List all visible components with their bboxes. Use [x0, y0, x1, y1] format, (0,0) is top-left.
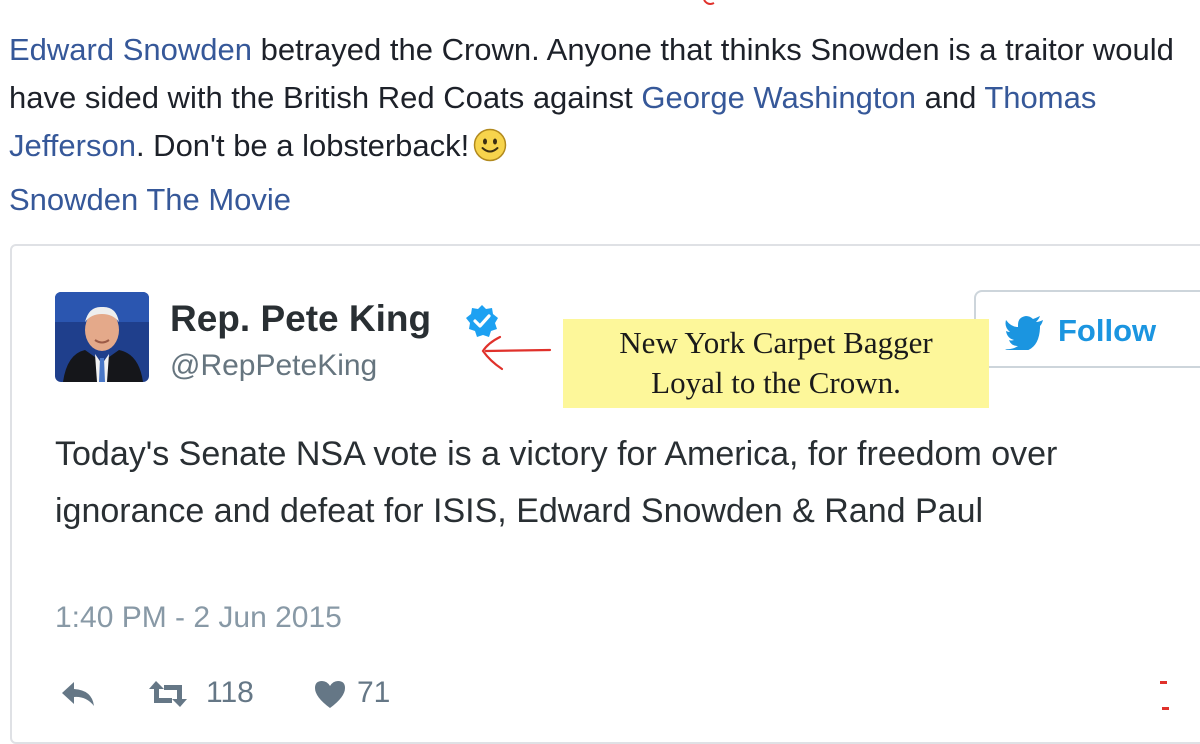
slightly-smiling-face-icon [473, 128, 507, 176]
heart-icon [315, 681, 345, 708]
link-snowden-the-movie[interactable]: Snowden The Movie [9, 182, 291, 217]
verified-badge-icon [466, 305, 498, 337]
post-text-part-3: . Don't be a lobsterback! [135, 128, 470, 163]
link-george-washington[interactable]: George Washington [641, 80, 916, 115]
post-text: Edward Snowden betrayed the Crown. Anyon… [9, 26, 1194, 224]
tweet-display-name[interactable]: Rep. Pete King [170, 298, 431, 340]
like-count: 71 [357, 676, 391, 709]
retweet-icon [149, 681, 187, 707]
twitter-bird-icon [1005, 316, 1043, 350]
link-edward-snowden[interactable]: Edward Snowden [9, 32, 252, 67]
tweet-body: Today's Senate NSA vote is a victory for… [55, 435, 1058, 530]
post-text-part-2: and [915, 80, 985, 115]
reply-icon [62, 682, 94, 706]
annotation-label: New York Carpet Bagger Loyal to the Crow… [563, 319, 989, 408]
tweet-timestamp[interactable]: 1:40 PM - 2 Jun 2015 [55, 601, 342, 635]
red-pen-dash [1162, 707, 1169, 710]
reply-button[interactable] [60, 676, 100, 712]
annotation-line-1: New York Carpet Bagger [619, 325, 933, 360]
retweet-button[interactable]: 118 [148, 676, 268, 712]
red-pen-mark [703, 0, 715, 5]
red-pen-dash [1160, 681, 1167, 684]
annotation-line-2: Loyal to the Crown. [651, 365, 901, 400]
avatar[interactable] [55, 292, 149, 382]
like-button[interactable]: 71 [313, 676, 413, 712]
retweet-count: 118 [206, 676, 254, 709]
follow-button-label[interactable]: Follow [1058, 313, 1156, 349]
tweet-handle[interactable]: @RepPeteKing [170, 349, 377, 383]
annotation-arrow [481, 335, 552, 371]
